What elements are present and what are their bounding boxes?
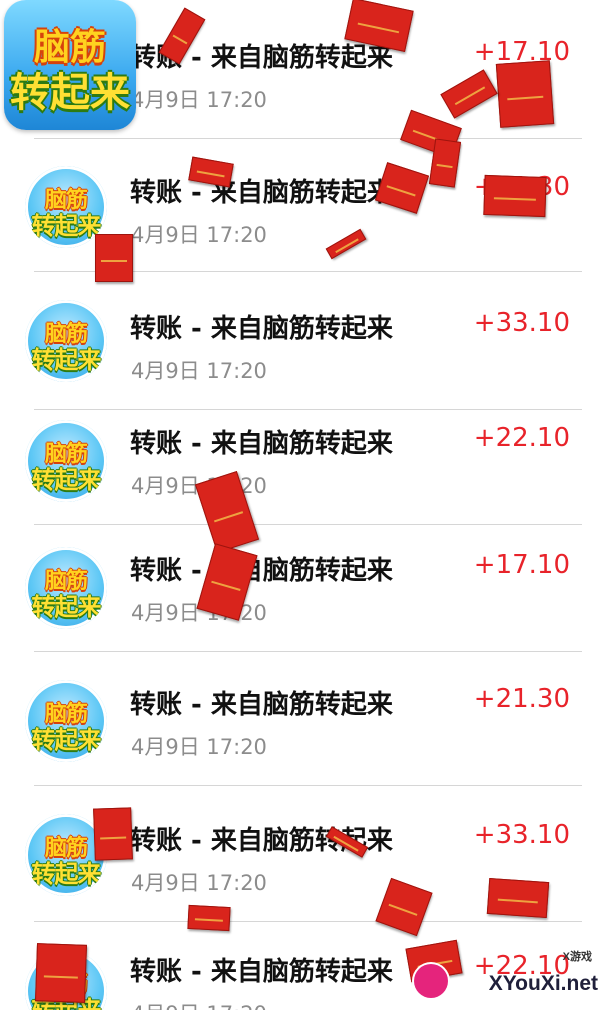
transaction-time: 4月9日 17:20	[131, 735, 267, 759]
list-item[interactable]: 脑筋 转起来 转账 - 来自脑筋转起来 4月9日 17:20 +21.30	[0, 652, 606, 785]
transaction-title: 转账 - 来自脑筋转起来	[130, 690, 393, 720]
list-item[interactable]: 脑筋 转起来 转账 - 来自脑筋转起来 4月9日 17:20 +22.10	[0, 410, 606, 524]
watermark-small: X游戏	[562, 951, 592, 963]
red-envelope	[486, 877, 550, 919]
transaction-amount: +33.10	[473, 820, 570, 850]
red-envelope	[95, 234, 133, 282]
watermark: X游戏 XYouXi.net	[398, 936, 598, 998]
avatar-line2: 转起来	[31, 726, 102, 754]
avatar: 脑筋 转起来	[25, 680, 107, 762]
avatar: 脑筋 转起来	[25, 300, 107, 382]
transaction-amount: +33.10	[473, 308, 570, 338]
red-envelope	[187, 904, 231, 932]
watermark-text: XYouXi.net	[488, 972, 598, 995]
avatar-line2: 转起来	[31, 593, 102, 621]
transaction-time: 4月9日 17:20	[131, 223, 267, 247]
red-envelope	[93, 807, 133, 861]
app-icon: 脑筋 转起来	[4, 0, 136, 130]
transaction-list: 脑筋 转起来 转账 - 来自脑筋转起来 4月9日 17:20 +17.10 脑筋…	[0, 0, 606, 1010]
avatar: 脑筋 转起来	[25, 547, 107, 629]
transaction-time: 4月9日 17:20	[131, 998, 267, 1010]
transaction-amount: +21.30	[473, 684, 570, 714]
gamepad-icon	[414, 964, 448, 998]
transaction-title: 转账 - 来自脑筋转起来	[130, 957, 393, 987]
red-envelope	[483, 174, 547, 218]
avatar-line2: 转起来	[31, 346, 102, 374]
transaction-time: 4月9日 17:20	[131, 88, 267, 112]
transaction-time: 4月9日 17:20	[131, 871, 267, 895]
app-icon-line2: 转起来	[10, 70, 130, 116]
transaction-title: 转账 - 来自脑筋转起来	[130, 429, 393, 459]
avatar: 脑筋 转起来	[25, 420, 107, 502]
transaction-title: 转账 - 来自脑筋转起来	[130, 314, 393, 344]
transaction-title: 转账 - 来自脑筋转起来	[130, 556, 393, 586]
transaction-title: 转账 - 来自脑筋转起来	[130, 178, 393, 208]
transaction-amount: +22.10	[473, 423, 570, 453]
list-item[interactable]: 脑筋 转起来 转账 - 来自脑筋转起来 4月9日 17:20 +33.10	[0, 272, 606, 409]
red-envelope	[35, 943, 87, 1003]
list-item[interactable]: 脑筋 转起来 转账 - 来自脑筋转起来 4月9日 17:20 +17.10	[0, 525, 606, 651]
red-envelope	[495, 60, 555, 128]
avatar-line2: 转起来	[31, 466, 102, 494]
transaction-time: 4月9日 17:20	[131, 359, 267, 383]
transaction-amount: +17.10	[473, 550, 570, 580]
